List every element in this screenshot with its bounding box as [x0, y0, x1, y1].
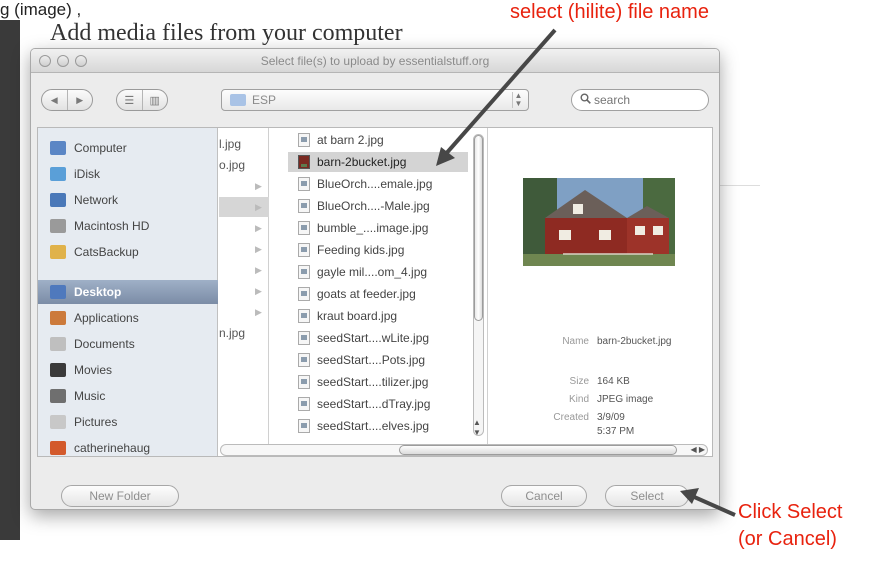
arrow-to-file-icon [436, 28, 557, 166]
arrow-to-select-icon [680, 488, 736, 517]
annotation-arrows [436, 28, 736, 517]
